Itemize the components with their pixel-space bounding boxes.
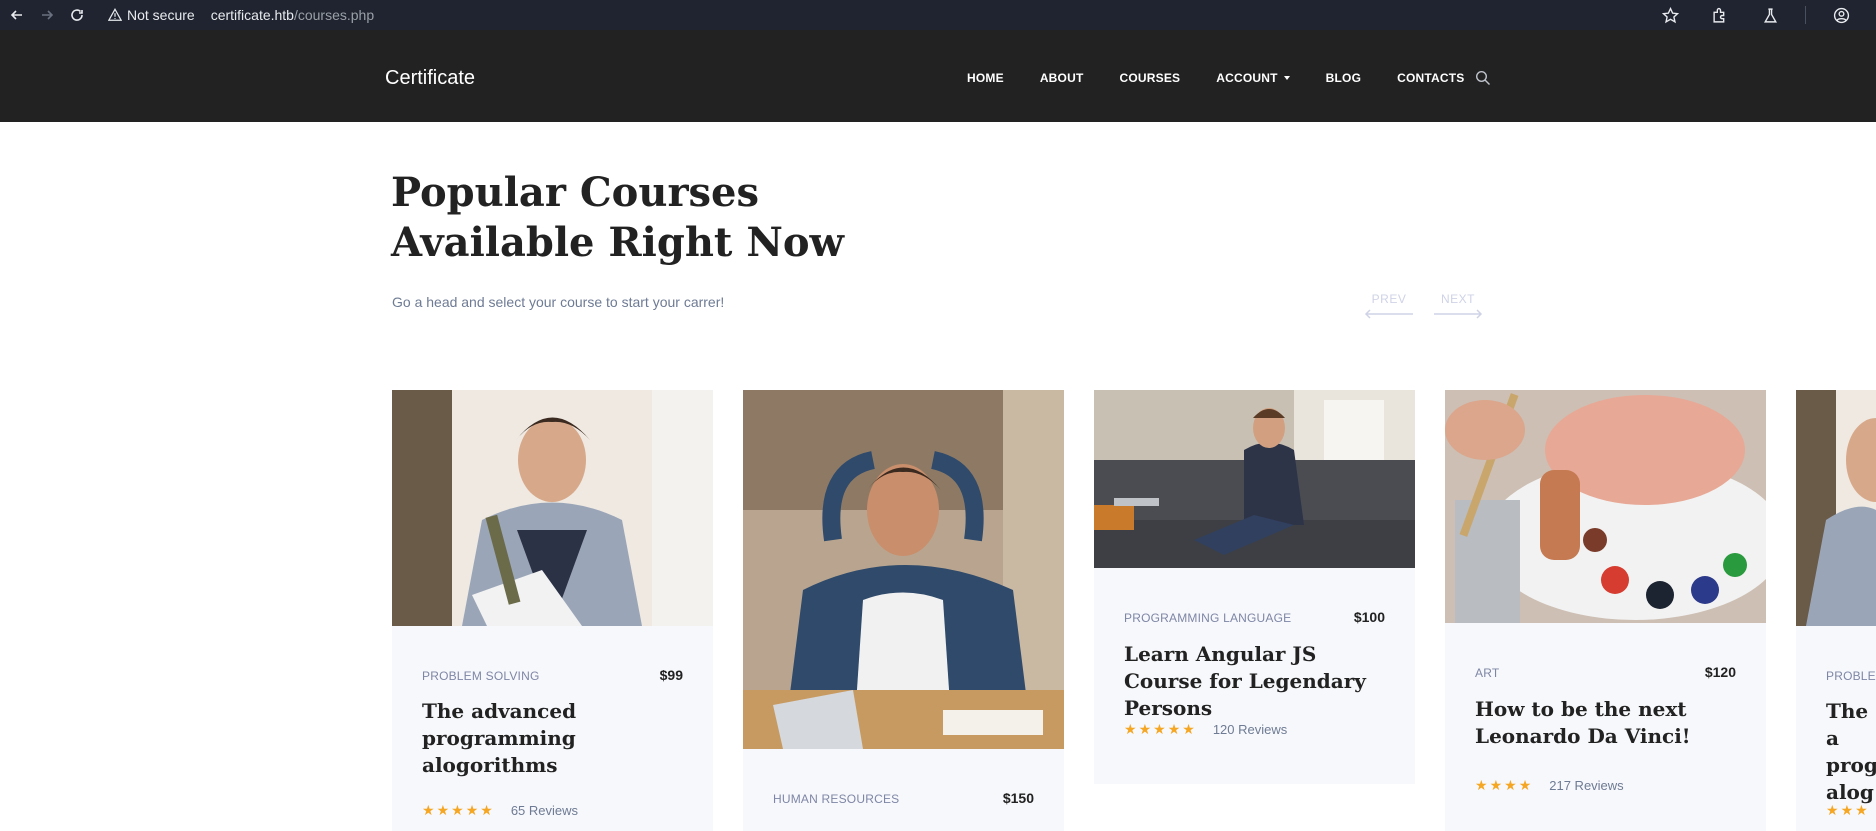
site-header: Certificate HOME ABOUT COURSES ACCOUNT B… — [0, 30, 1876, 122]
course-title[interactable]: How to be the next Leonardo Da Vinci! — [1475, 696, 1745, 750]
prev-label: PREV — [1371, 292, 1407, 306]
course-title-text: The a prog alog — [1826, 699, 1876, 804]
arrow-right-icon — [1434, 309, 1483, 319]
star-icon: ★ — [465, 802, 479, 818]
star-icon: ★ — [1489, 777, 1503, 793]
browser-toolbar: Not secure certificate.htb/courses.php — [0, 0, 1876, 30]
back-icon[interactable] — [4, 2, 30, 28]
course-rating: ★ ★ ★ ★ ★ 65 Reviews — [422, 802, 578, 819]
page-title-line2: Available Right Now — [391, 219, 844, 266]
star-icon: ★ — [1518, 777, 1532, 793]
course-card[interactable]: PROBLEM The a prog alog ★★★ — [1796, 390, 1876, 831]
star-icon: ★ — [1124, 721, 1137, 737]
url-text[interactable]: certificate.htb/courses.php — [211, 7, 374, 23]
page-subtitle: Go a head and select your course to star… — [392, 294, 725, 310]
security-label: Not secure — [127, 7, 195, 23]
course-price: $100 — [1353, 609, 1385, 625]
next-label: NEXT — [1440, 292, 1475, 306]
nav-courses[interactable]: COURSES — [1119, 71, 1180, 85]
main-nav: HOME ABOUT COURSES ACCOUNT BLOG CONTACTS — [967, 71, 1500, 85]
course-rating: ★ ★ ★ — [1826, 802, 1870, 819]
course-image[interactable] — [392, 390, 713, 626]
nav-blog[interactable]: BLOG — [1326, 71, 1361, 85]
course-title[interactable]: The advanced programming alogorithms — [422, 698, 682, 779]
nav-contacts[interactable]: CONTACTS — [1397, 71, 1464, 85]
course-reviews[interactable]: 217 Reviews — [1549, 778, 1623, 793]
course-card[interactable]: HUMAN RESOURCES $150 — [743, 390, 1064, 831]
toolbar-divider — [1805, 6, 1806, 24]
star-icon: ★ — [422, 802, 435, 818]
course-category: PROGRAMMING LANGUAGE — [1124, 611, 1292, 625]
star-icon: ★ — [451, 802, 464, 818]
profile-avatar-icon[interactable] — [1826, 0, 1856, 30]
nav-about[interactable]: ABOUT — [1040, 71, 1084, 85]
warning-icon — [108, 8, 122, 21]
star-icon: ★ — [1153, 721, 1166, 737]
star-icon: ★ — [1138, 721, 1152, 737]
search-icon[interactable] — [1475, 70, 1491, 86]
course-image[interactable] — [1445, 390, 1766, 623]
forward-icon[interactable] — [34, 2, 60, 28]
star-icon: ★ — [1504, 777, 1517, 793]
extensions-icon[interactable] — [1705, 0, 1735, 30]
nav-home[interactable]: HOME — [967, 71, 1004, 85]
course-rating: ★ ★ ★ ★ ★ 120 Reviews — [1124, 721, 1287, 738]
nav-account[interactable]: ACCOUNT — [1216, 71, 1290, 85]
star-icon: ★ — [1840, 802, 1854, 818]
star-icon: ★ — [480, 802, 493, 818]
course-title[interactable]: Learn Angular JS Course for Legendary Pe… — [1124, 641, 1394, 722]
star-icon: ★ — [1826, 802, 1839, 818]
security-indicator[interactable]: Not secure — [108, 7, 195, 23]
labs-flask-icon[interactable] — [1755, 0, 1785, 30]
course-card[interactable]: PROGRAMMING LANGUAGE $100 Learn Angular … — [1094, 390, 1415, 784]
caret-down-icon — [1283, 76, 1290, 80]
course-category: HUMAN RESOURCES — [773, 792, 900, 806]
course-image[interactable] — [1796, 390, 1876, 626]
course-title[interactable]: The a prog alog — [1826, 698, 1876, 806]
course-rating: ★ ★ ★ ★ 217 Reviews — [1475, 777, 1624, 794]
star-icon: ★ — [1182, 721, 1195, 737]
star-rating: ★ ★ ★ ★ ★ — [1124, 721, 1197, 738]
next-button[interactable]: NEXT — [1433, 292, 1483, 319]
course-card[interactable]: PROBLEM SOLVING $99 The advanced program… — [392, 390, 713, 831]
nav-account-label: ACCOUNT — [1216, 71, 1278, 85]
star-rating: ★ ★ ★ — [1826, 802, 1870, 819]
course-reviews[interactable]: 120 Reviews — [1213, 722, 1287, 737]
course-price: $99 — [659, 667, 683, 683]
bookmark-star-icon[interactable] — [1655, 0, 1685, 30]
star-rating: ★ ★ ★ ★ ★ — [422, 802, 495, 819]
address-bar[interactable]: Not secure certificate.htb/courses.php — [108, 2, 374, 28]
course-category: PROBLEM — [1826, 669, 1876, 683]
star-icon: ★ — [436, 802, 450, 818]
course-category: PROBLEM SOLVING — [422, 669, 540, 683]
page-title-line1: Popular Courses — [391, 169, 760, 216]
site-logo[interactable]: Certificate — [385, 67, 475, 90]
reload-icon[interactable] — [64, 2, 90, 28]
star-icon: ★ — [1855, 802, 1868, 818]
course-image[interactable] — [743, 390, 1064, 749]
star-icon: ★ — [1167, 721, 1181, 737]
course-card[interactable]: ART $120 How to be the next Leonardo Da … — [1445, 390, 1766, 831]
course-reviews[interactable]: 65 Reviews — [511, 803, 578, 818]
star-icon: ★ — [1475, 777, 1488, 793]
url-path: /courses.php — [293, 7, 375, 23]
page-title: Popular Courses Available Right Now — [391, 168, 931, 268]
arrow-left-icon — [1364, 309, 1413, 319]
course-category: ART — [1475, 666, 1500, 680]
course-image[interactable] — [1094, 390, 1415, 568]
prev-button[interactable]: PREV — [1364, 292, 1414, 319]
url-host: certificate.htb — [210, 7, 294, 23]
course-price: $120 — [1704, 664, 1736, 680]
star-rating: ★ ★ ★ ★ — [1475, 777, 1533, 794]
course-price: $150 — [1002, 790, 1034, 806]
